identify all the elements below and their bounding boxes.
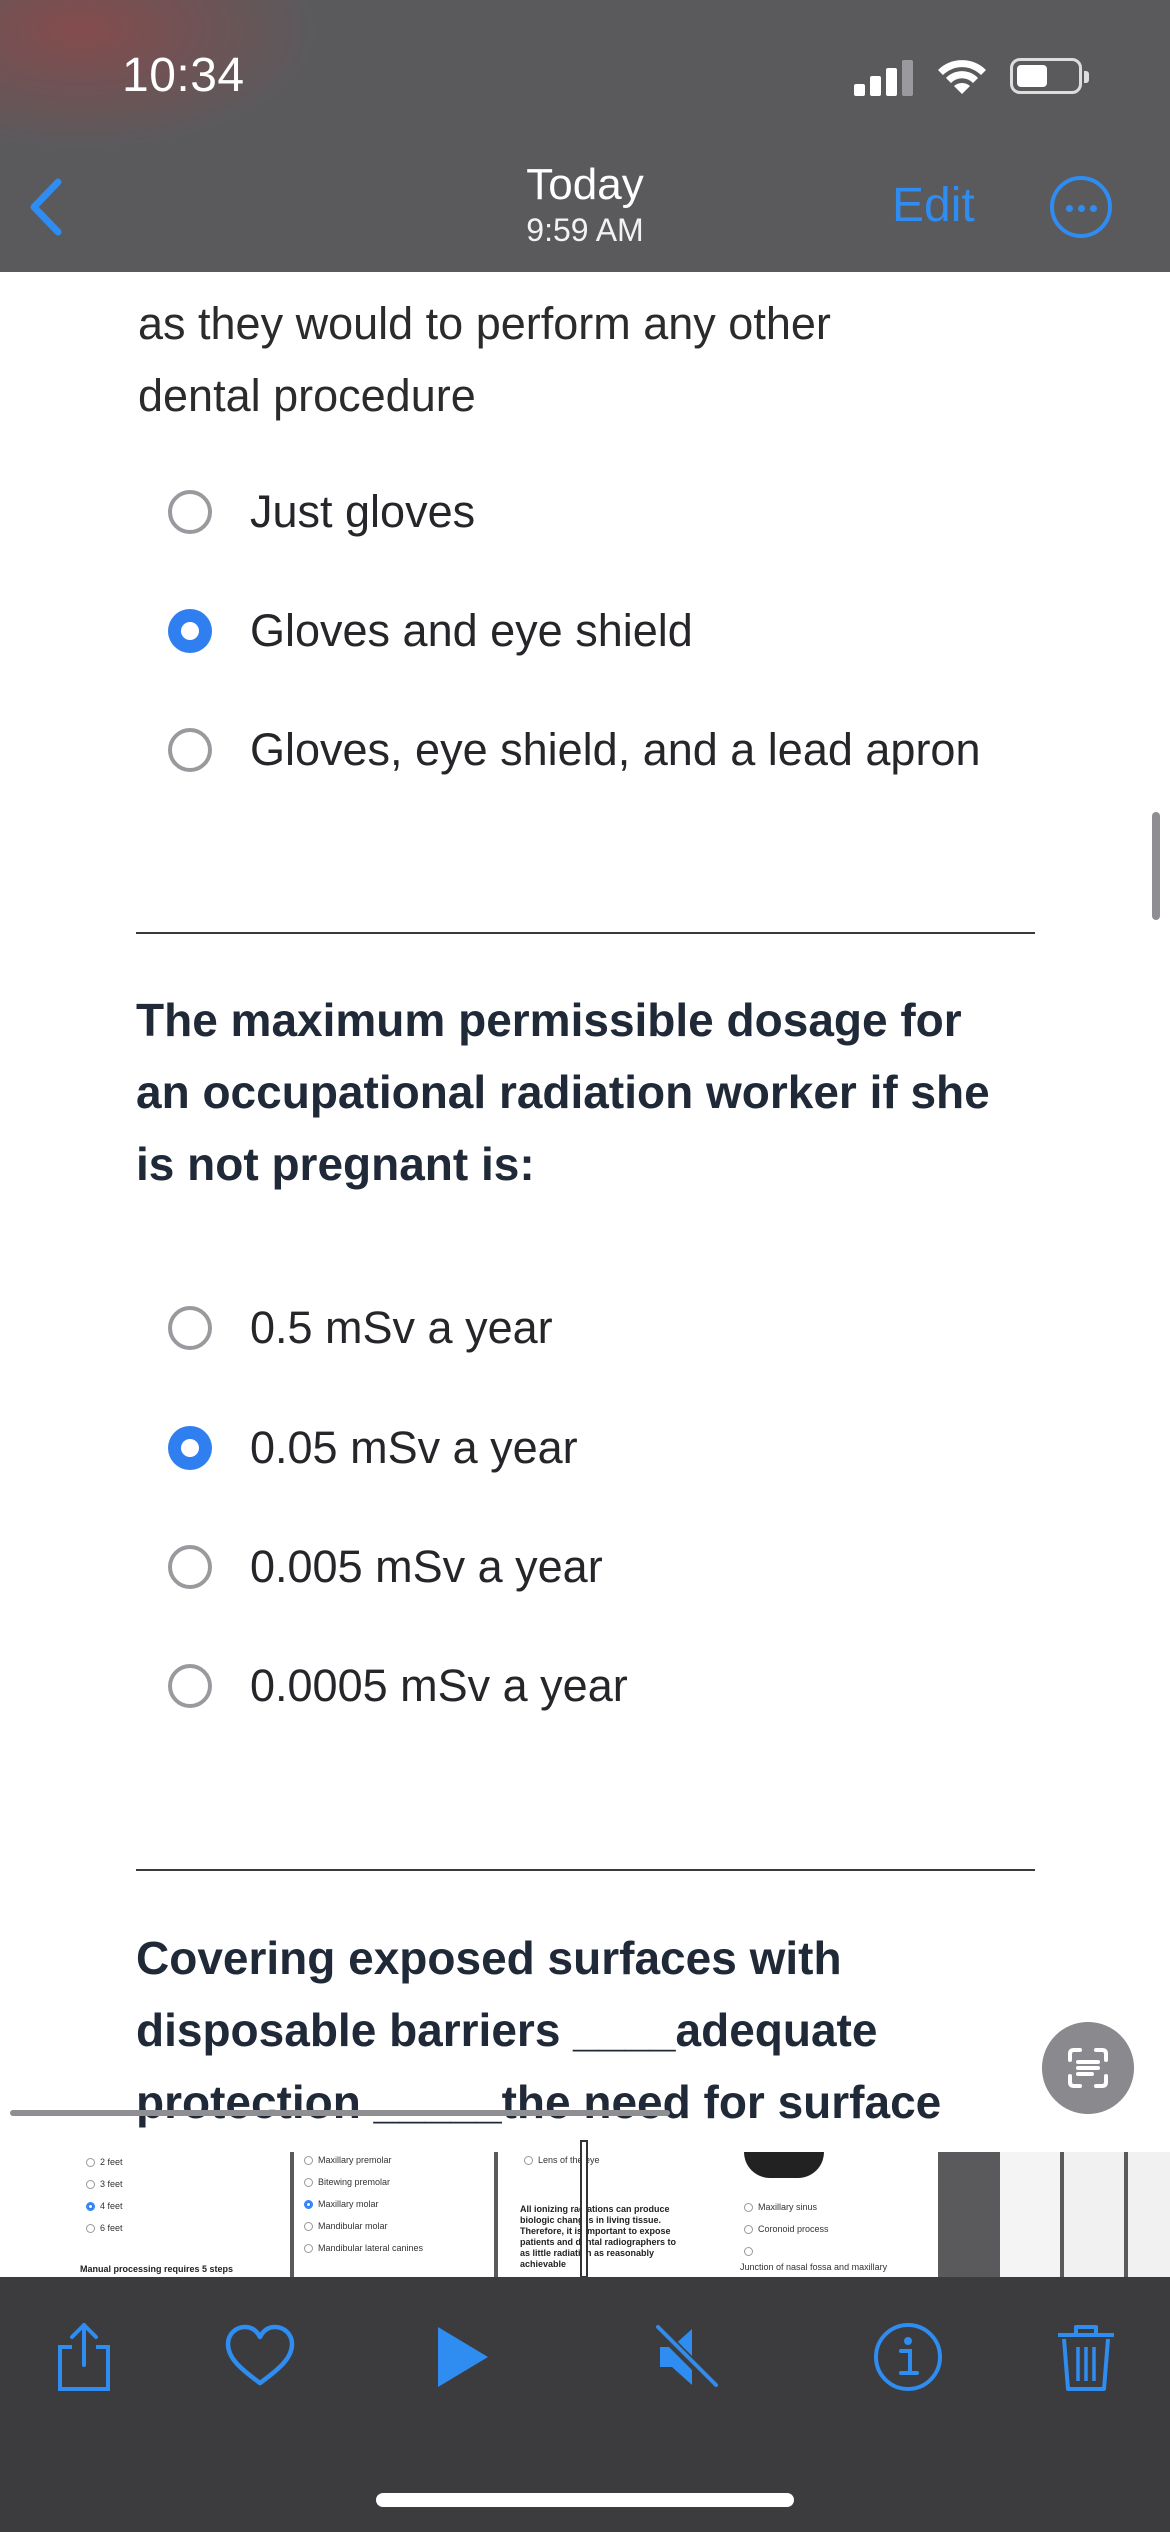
radio-selected-icon: [168, 1426, 212, 1470]
option-label: Gloves and eye shield: [250, 605, 693, 656]
thumbnail[interactable]: [1000, 2152, 1060, 2277]
question-line: Covering exposed surfaces with: [136, 1932, 842, 1984]
thumbnail[interactable]: Maxillary premolar Bitewing premolar Max…: [294, 2152, 494, 2277]
radio-unselected-icon: [168, 1664, 212, 1708]
scrubber-position-marker[interactable]: [580, 2140, 588, 2278]
option-label: 0.0005 mSv a year: [250, 1660, 628, 1711]
intro-line: dental procedure: [138, 370, 476, 421]
share-icon[interactable]: [44, 2317, 124, 2397]
ellipsis-circle-icon[interactable]: [1050, 176, 1112, 238]
q1-option-gloves-eye-shield-apron: Gloves, eye shield, and a lead apron: [168, 724, 981, 775]
scrubber-line: [10, 2110, 670, 2116]
question-line: an occupational radiation worker if she: [136, 1066, 990, 1118]
radio-unselected-icon: [168, 1545, 212, 1589]
status-time: 10:34: [122, 49, 245, 102]
question-line: disposable barriers ____adequate: [136, 2004, 878, 2056]
q2-option-0-005: 0.005 mSv a year: [168, 1541, 603, 1592]
q2-option-0-05: 0.05 mSv a year: [168, 1422, 578, 1473]
trash-icon[interactable]: [1046, 2317, 1126, 2397]
live-text-icon[interactable]: [1042, 2022, 1134, 2114]
speaker-muted-icon[interactable]: [646, 2317, 726, 2397]
play-icon[interactable]: [422, 2317, 502, 2397]
radio-selected-icon: [168, 609, 212, 653]
nav-title: Today: [526, 160, 644, 209]
intro-line: as they would to perform any other: [138, 298, 831, 349]
option-label: 0.05 mSv a year: [250, 1422, 578, 1473]
radio-unselected-icon: [168, 728, 212, 772]
q1-option-gloves-eye-shield: Gloves and eye shield: [168, 605, 693, 656]
photo-content: as they would to perform any other denta…: [0, 272, 1170, 2152]
q2-option-0-0005: 0.0005 mSv a year: [168, 1660, 628, 1711]
thumbnail[interactable]: [1128, 2152, 1170, 2277]
option-label: 0.5 mSv a year: [250, 1302, 553, 1353]
battery-icon: [1010, 58, 1089, 94]
divider: [136, 932, 1035, 934]
thumbnail[interactable]: 2 feet 3 feet 4 feet 6 feet Manual proce…: [0, 2152, 290, 2277]
question-line: The maximum permissible dosage for: [136, 994, 962, 1046]
thumbnail[interactable]: [1064, 2152, 1124, 2277]
vertical-scroll-indicator[interactable]: [1152, 812, 1160, 920]
thumbnail-current[interactable]: Lens of the eye All ionizing radiations …: [498, 2152, 938, 2277]
heart-icon[interactable]: [220, 2317, 300, 2397]
option-label: 0.005 mSv a year: [250, 1541, 603, 1592]
radio-unselected-icon: [168, 490, 212, 534]
info-icon[interactable]: [868, 2317, 948, 2397]
cellular-signal-icon: [854, 58, 914, 96]
wifi-icon: [938, 60, 986, 94]
question-line: protection _____the need for surface: [136, 2076, 942, 2128]
edit-button[interactable]: Edit: [892, 178, 975, 233]
nav-subtitle: 9:59 AM: [526, 212, 644, 248]
navigation-bar: Today 9:59 AM Edit: [0, 150, 1170, 272]
home-indicator[interactable]: [376, 2493, 794, 2507]
option-label: Gloves, eye shield, and a lead apron: [250, 724, 981, 775]
q2-option-0-5: 0.5 mSv a year: [168, 1302, 553, 1353]
nav-title-block: Today 9:59 AM: [0, 160, 1170, 249]
status-bar: 10:34: [0, 0, 1170, 150]
question-line: is not pregnant is:: [136, 1138, 535, 1190]
q1-option-just-gloves: Just gloves: [168, 486, 476, 537]
divider: [136, 1869, 1035, 1871]
option-label: Just gloves: [250, 486, 476, 537]
radio-unselected-icon: [168, 1306, 212, 1350]
